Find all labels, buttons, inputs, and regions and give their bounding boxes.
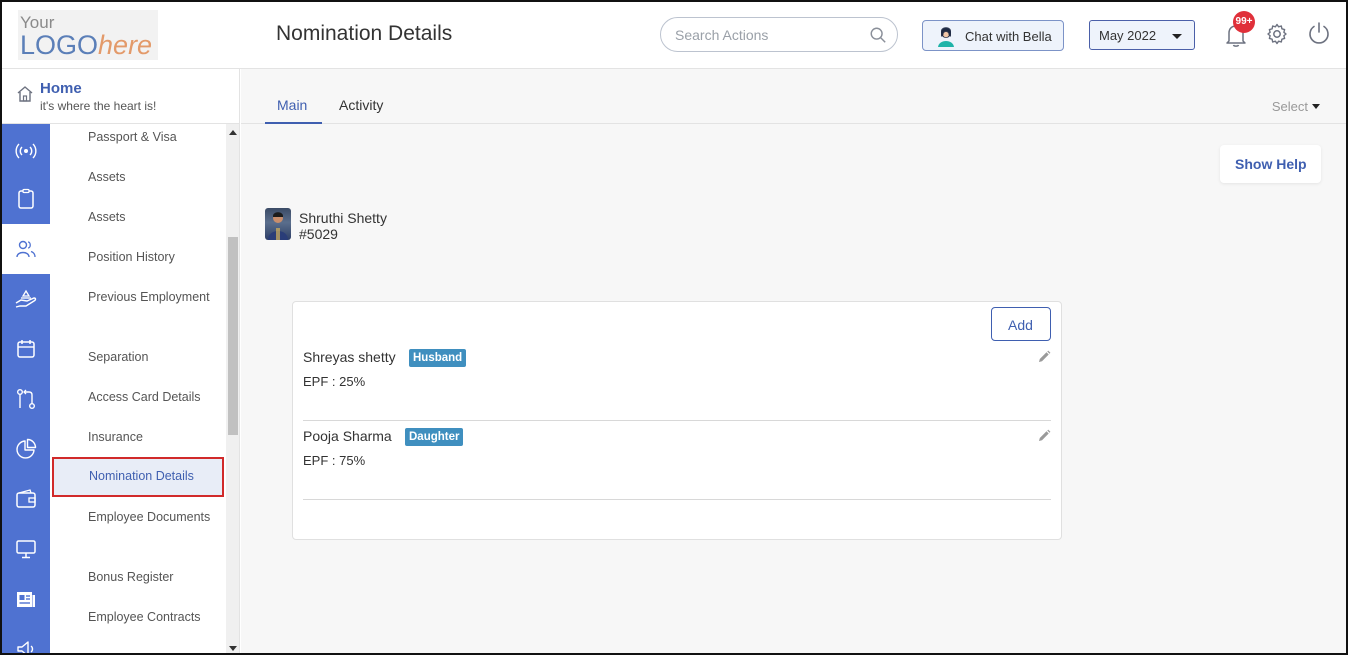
- add-button-label: Add: [1008, 317, 1033, 333]
- search-input[interactable]: [675, 24, 865, 46]
- select-dropdown-label: Select: [1271, 99, 1308, 114]
- relation-badge: Husband: [409, 349, 467, 367]
- logo-text-logo: LOGO: [20, 30, 99, 60]
- relation-badge: Daughter: [405, 428, 464, 446]
- employee-photo-icon: [268, 212, 288, 240]
- broadcast-icon: [15, 143, 37, 159]
- add-nominee-button[interactable]: Add: [991, 307, 1051, 341]
- nominee-epf: EPF : 75%: [303, 453, 366, 468]
- submenu-item-assets[interactable]: Assets: [88, 207, 224, 227]
- rail-item-wallet[interactable]: [2, 474, 50, 524]
- pencil-edit-icon[interactable]: [1037, 429, 1051, 443]
- employee-submenu: Passport & Visa Assets Assets Position H…: [50, 124, 226, 653]
- wallet-icon: [16, 489, 36, 508]
- submenu-item-previous-employment[interactable]: Previous Employment: [88, 287, 224, 307]
- clipboard-icon: [18, 188, 34, 209]
- active-tab-indicator: [265, 122, 322, 124]
- tab-bar: Main Activity Select: [241, 69, 1346, 124]
- select-dropdown[interactable]: Select: [1272, 99, 1320, 114]
- rail-item-workflow[interactable]: [2, 374, 50, 424]
- rail-item-benefits[interactable]: [2, 274, 50, 324]
- hand-holding-icon: [15, 289, 37, 308]
- power-icon[interactable]: [1307, 21, 1331, 45]
- news-icon: [17, 592, 35, 607]
- nominee-epf: EPF : 25%: [303, 374, 366, 389]
- workflow-icon: [17, 389, 35, 409]
- notification-badge: 99+: [1233, 11, 1255, 33]
- show-help-button[interactable]: Show Help: [1220, 145, 1321, 183]
- bella-avatar-icon: [938, 27, 954, 47]
- caret-down-icon: [1312, 104, 1320, 109]
- pie-chart-icon: [16, 438, 37, 459]
- home-title: Home: [40, 80, 82, 97]
- submenu-scrollbar[interactable]: [226, 124, 240, 653]
- people-icon: [16, 240, 36, 258]
- home-icon: [17, 86, 33, 102]
- scrollbar-thumb[interactable]: [228, 237, 238, 435]
- rail-item-reports[interactable]: [2, 424, 50, 474]
- rail-item-broadcast[interactable]: [2, 126, 50, 176]
- submenu-item-nomination-details[interactable]: Nomination Details: [52, 457, 224, 497]
- scroll-down-arrow-icon[interactable]: [229, 646, 237, 651]
- page-title: Nomination Details: [276, 22, 453, 45]
- tab-main[interactable]: Main: [277, 97, 307, 113]
- logo-text-here: here: [98, 30, 153, 60]
- search-icon[interactable]: [869, 26, 887, 44]
- pencil-edit-icon[interactable]: [1037, 350, 1051, 364]
- submenu-item-access-card-details[interactable]: Access Card Details: [88, 387, 224, 407]
- rail-item-people[interactable]: [2, 224, 50, 274]
- submenu-item-employee-documents[interactable]: Employee Documents: [88, 507, 224, 527]
- employee-avatar: [265, 208, 291, 240]
- caret-down-icon: [1172, 34, 1182, 39]
- home-subtitle: it's where the heart is!: [40, 99, 157, 113]
- rail-item-clipboard[interactable]: [2, 174, 50, 224]
- tab-activity[interactable]: Activity: [339, 97, 383, 113]
- nominee-row: Shreyas shetty Husband EPF : 25%: [303, 342, 1051, 421]
- calendar-icon: [17, 340, 35, 358]
- top-header: Your LOGOhere Nomination Details Chat wi…: [2, 2, 1346, 69]
- home-link[interactable]: Home it's where the heart is!: [2, 69, 240, 124]
- month-selector-value: May 2022: [1099, 28, 1157, 43]
- submenu-item-employee-contracts[interactable]: Employee Contracts: [88, 607, 224, 627]
- nominee-name: Pooja Sharma: [303, 428, 392, 444]
- submenu-item-passport-visa[interactable]: Passport & Visa: [88, 127, 224, 147]
- rail-item-monitor[interactable]: [2, 524, 50, 574]
- main-content: Main Activity Select Show Help Shruthi S…: [241, 69, 1346, 653]
- nominee-row: Pooja Sharma Daughter EPF : 75%: [303, 421, 1051, 500]
- scroll-up-arrow-icon[interactable]: [229, 130, 237, 135]
- submenu-item-bonus-register[interactable]: Bonus Register: [88, 567, 224, 587]
- submenu-item-separation[interactable]: Separation: [88, 347, 224, 367]
- show-help-label: Show Help: [1235, 156, 1307, 172]
- logo-text-main: LOGOhere: [20, 30, 152, 61]
- employee-name: Shruthi Shetty: [299, 210, 387, 226]
- search-bar[interactable]: [660, 17, 898, 52]
- rail-item-news[interactable]: [2, 574, 50, 624]
- employee-id: #5029: [299, 226, 338, 242]
- gear-icon[interactable]: [1265, 22, 1289, 46]
- chat-button-label: Chat with Bella: [965, 29, 1052, 44]
- month-selector[interactable]: May 2022: [1089, 20, 1195, 50]
- nominations-card: Add Shreyas shetty Husband EPF : 25% Poo…: [292, 301, 1062, 540]
- app-window: Your LOGOhere Nomination Details Chat wi…: [0, 0, 1348, 655]
- submenu-item-position-history[interactable]: Position History: [88, 247, 224, 267]
- company-logo[interactable]: Your LOGOhere: [18, 10, 158, 60]
- icon-rail: [2, 124, 50, 653]
- rail-item-calendar[interactable]: [2, 324, 50, 374]
- megaphone-icon: [17, 641, 34, 653]
- chat-with-bella-button[interactable]: Chat with Bella: [922, 20, 1064, 51]
- submenu-item-label: Nomination Details: [89, 469, 194, 483]
- rail-item-announcements[interactable]: [2, 624, 50, 653]
- submenu-item-insurance[interactable]: Insurance: [88, 427, 224, 447]
- monitor-icon: [16, 540, 36, 559]
- submenu-item-assets[interactable]: Assets: [88, 167, 224, 187]
- nominee-name: Shreyas shetty: [303, 349, 396, 365]
